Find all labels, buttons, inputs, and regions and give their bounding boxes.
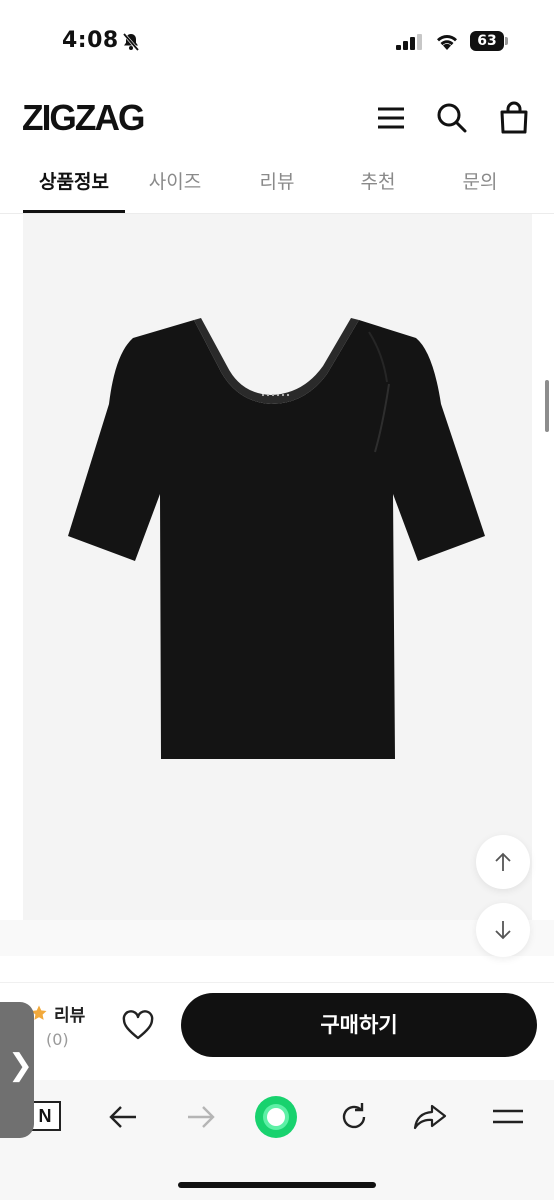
tab-inquiry[interactable]: 문의: [430, 167, 530, 194]
scroll-bottom-button[interactable]: [476, 903, 530, 957]
review-count: (0): [46, 1030, 69, 1049]
tab-review[interactable]: 리뷰: [227, 167, 327, 194]
image-bottom-spacer: [0, 920, 554, 956]
browser-menu-icon[interactable]: [490, 1104, 526, 1130]
scroll-top-button[interactable]: [476, 835, 530, 889]
share-icon[interactable]: [412, 1100, 448, 1134]
heart-icon[interactable]: [121, 1010, 155, 1042]
black-tshirt-illustration: [68, 318, 485, 759]
arrow-up-icon: [495, 852, 511, 871]
tab-product-info[interactable]: 상품정보: [24, 167, 124, 194]
arrow-down-icon: [495, 921, 511, 940]
buy-button[interactable]: 구매하기: [181, 993, 537, 1057]
battery-indicator: 63: [470, 31, 504, 51]
product-image[interactable]: [23, 214, 532, 920]
refresh-icon[interactable]: [337, 1100, 371, 1134]
tab-size[interactable]: 사이즈: [125, 167, 225, 194]
menu-icon[interactable]: [373, 100, 409, 136]
cell-signal-icon: [396, 34, 422, 50]
forward-arrow-icon[interactable]: [185, 1101, 217, 1133]
green-dot-icon[interactable]: [254, 1095, 298, 1139]
shopping-bag-icon[interactable]: [496, 100, 532, 136]
scrollbar[interactable]: [545, 380, 549, 432]
wifi-icon: [437, 34, 457, 50]
zigzag-logo[interactable]: ZIGZAG: [22, 97, 145, 139]
battery-tip: [505, 37, 508, 45]
review-label[interactable]: 리뷰: [54, 1001, 85, 1026]
status-time: 4:08: [62, 28, 119, 53]
home-indicator: [178, 1182, 376, 1188]
search-icon[interactable]: [434, 100, 470, 136]
tab-recommend[interactable]: 추천: [328, 167, 428, 194]
bell-muted-icon: [122, 33, 140, 51]
back-arrow-icon[interactable]: [107, 1101, 139, 1133]
chevron-right-icon: ❯: [8, 1048, 34, 1083]
